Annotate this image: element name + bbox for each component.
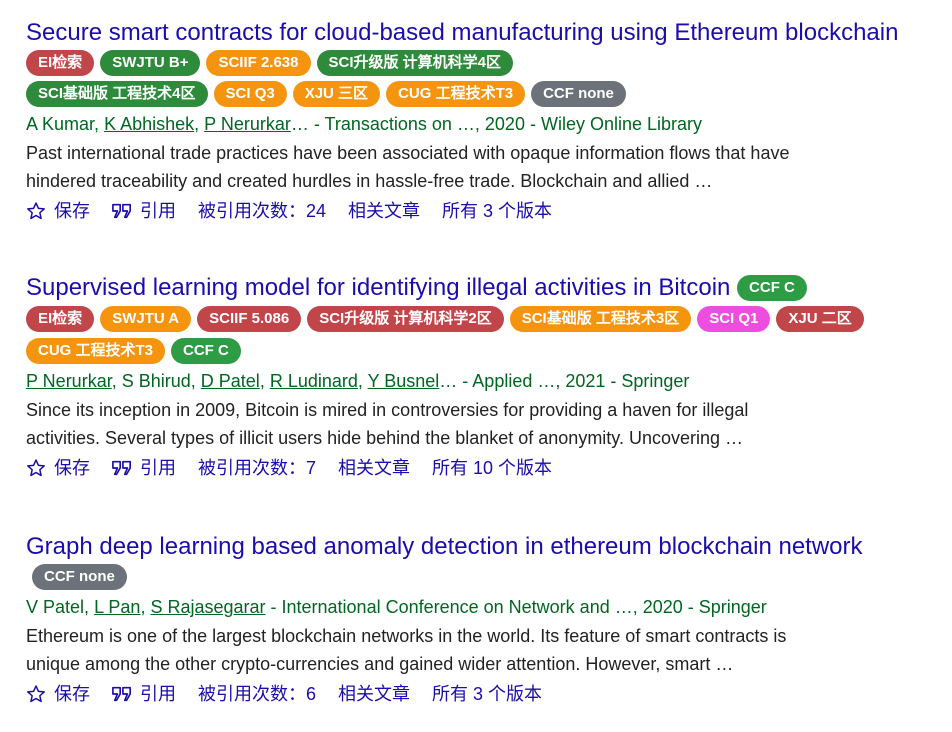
badge-sci-q: SCI Q1 [697,306,771,333]
save-label: 保存 [54,684,90,705]
cited-by-link[interactable]: 被引用次数：24 [198,199,326,223]
result-actions: 保存 引用 被引用次数：7 相关文章 所有 10 个版本 [26,456,926,480]
badge-ccf: CCF none [531,81,626,108]
cite-button[interactable]: 引用 [112,456,176,480]
author-link[interactable]: K Abhishek [104,114,194,134]
author-link[interactable]: Y Busnel [368,371,440,391]
save-label: 保存 [54,457,90,478]
cite-button[interactable]: 引用 [112,682,176,706]
result-title-row: Secure smart contracts for cloud-based m… [26,18,926,79]
badge-sci-basic: SCI基础版 工程技术4区 [26,81,208,108]
result-meta: A Kumar, K Abhishek, P Nerurkar… - Trans… [26,114,703,135]
save-button[interactable]: 保存 [26,456,90,480]
badge-swjtu: SWJTU B+ [100,50,201,77]
badge-cug: CUG 工程技术T3 [26,337,166,364]
result-snippet: Ethereum is one of the largest blockchai… [26,626,787,675]
cite-label: 引用 [140,684,176,705]
related-articles-link[interactable]: 相关文章 [338,682,410,706]
badge-sciif: SCIIF 2.638 [206,50,311,77]
author-link[interactable]: R Ludinard [270,371,358,391]
result-meta: V Patel, L Pan, S Rajasegarar - Internat… [26,597,767,618]
badge-sciif: SCIIF 5.086 [197,306,302,333]
cited-by-link[interactable]: 被引用次数：6 [198,682,316,706]
save-label: 保存 [54,201,90,222]
result-title-row: Supervised learning model for identifyin… [26,273,926,304]
author-link[interactable]: D Patel [201,371,260,391]
badge-ccf: CCF C [171,337,241,364]
search-result: Secure smart contracts for cloud-based m… [26,18,926,223]
all-versions-link[interactable]: 所有 3 个版本 [442,199,552,223]
result-snippet: Since its inception in 2009, Bitcoin is … [26,399,749,448]
search-result: Graph deep learning based anomaly detect… [26,532,926,706]
badge-xju: XJU 三区 [292,81,381,108]
result-snippet: Past international trade practices have … [26,143,790,192]
venue: - Transactions on …, 2020 - Wiley Online… [308,114,703,135]
related-articles-link[interactable]: 相关文章 [348,199,420,223]
badge-cug: CUG 工程技术T3 [386,81,526,108]
author-link[interactable]: P Nerurkar [26,371,112,391]
cite-button[interactable]: 引用 [112,199,176,223]
author: S Bhirud [121,370,191,391]
badge-sci-q: SCI Q3 [213,81,287,108]
badge-ccf: CCF C [737,275,807,302]
result-title-row: Graph deep learning based anomaly detect… [26,532,926,562]
all-versions-link[interactable]: 所有 10 个版本 [432,456,552,480]
badge-xju: XJU 二区 [776,306,864,333]
result-actions: 保存 引用 被引用次数：6 相关文章 所有 3 个版本 [26,682,926,706]
quote-icon [112,685,132,703]
author-link[interactable]: S Rajasegarar [150,597,265,617]
authors-ellipsis: … [439,370,458,391]
star-outline-icon [26,684,46,704]
author: V Patel [26,597,85,618]
quote-icon [112,459,132,477]
search-result: Supervised learning model for identifyin… [26,273,926,480]
badge-sci-basic: SCI基础版 工程技术3区 [509,306,692,333]
cited-by-link[interactable]: 被引用次数：7 [198,456,316,480]
badge-row: SCI基础版 工程技术4区 SCI Q3 XJU 三区 CUG 工程技术T3 CCF n… [26,79,926,110]
badge-swjtu: SWJTU A [100,306,192,333]
badge-row: EI检索 SWJTU A SCIIF 5.086 SCI升级版 计算机科学2区 SCI基… [26,304,926,367]
star-outline-icon [26,201,46,221]
related-articles-link[interactable]: 相关文章 [338,456,410,480]
author-link[interactable]: L Pan [94,597,140,617]
star-outline-icon [26,458,46,478]
result-title-link[interactable]: Supervised learning model for identifyin… [26,274,730,301]
badge-sci-upgrade: SCI升级版 计算机科学4区 [316,50,514,77]
all-versions-link[interactable]: 所有 3 个版本 [432,682,542,706]
badge-ei: EI检索 [26,50,95,77]
result-title-link[interactable]: Graph deep learning based anomaly detect… [26,533,863,560]
venue: - Applied …, 2021 - Springer [457,370,690,391]
badge-sci-upgrade: SCI升级版 计算机科学2区 [307,306,504,333]
result-actions: 保存 引用 被引用次数：24 相关文章 所有 3 个版本 [26,199,926,223]
quote-icon [112,202,132,220]
badge-ei: EI检索 [26,306,95,333]
result-meta: P Nerurkar, S Bhirud, D Patel, R Ludinar… [26,370,690,391]
cite-label: 引用 [140,201,176,222]
author: A Kumar [26,114,95,135]
author-link[interactable]: P Nerurkar [204,114,291,134]
badge-ccf: CCF none [32,564,127,591]
save-button[interactable]: 保存 [26,682,90,706]
venue: - International Conference on Network an… [265,597,767,618]
badge-row: CCF none [26,562,926,593]
result-title-link[interactable]: Secure smart contracts for cloud-based m… [26,19,898,46]
cite-label: 引用 [140,457,176,478]
save-button[interactable]: 保存 [26,199,90,223]
authors-ellipsis: … [290,114,309,135]
